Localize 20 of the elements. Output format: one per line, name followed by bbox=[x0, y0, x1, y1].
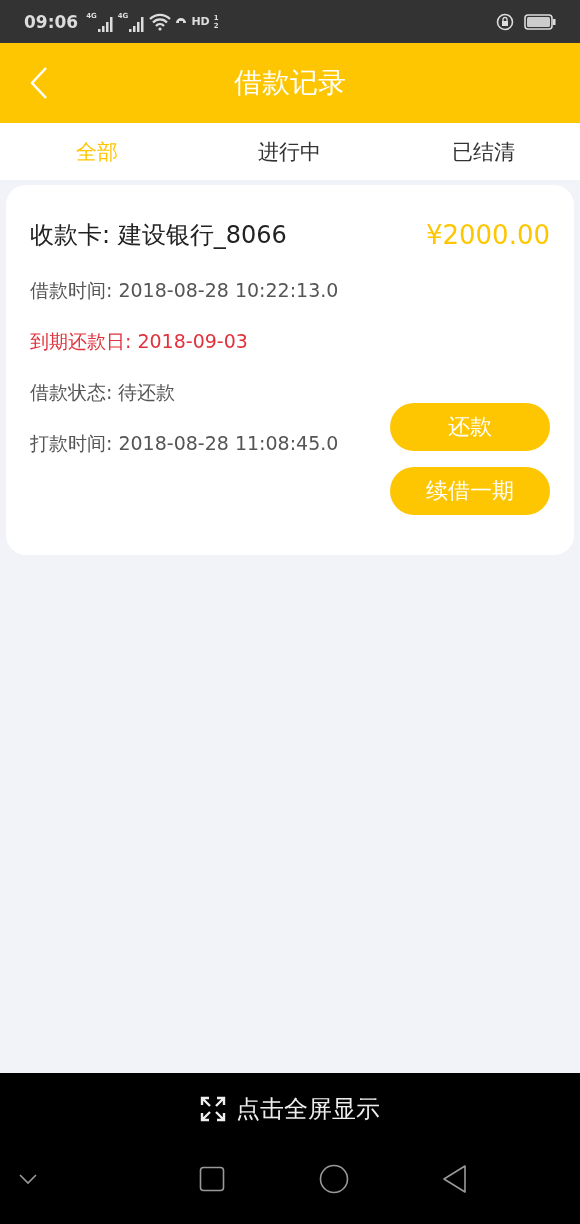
wifi-icon bbox=[149, 12, 172, 31]
circle-icon[interactable] bbox=[318, 1163, 349, 1194]
hd-label: HD bbox=[191, 15, 210, 28]
page-title: 借款记录 bbox=[234, 65, 346, 101]
battery-icon bbox=[524, 13, 556, 30]
signal-icon bbox=[129, 15, 146, 32]
clock-time: 09:06 bbox=[24, 11, 79, 32]
lock-rotation-icon bbox=[496, 12, 514, 31]
chevron-down-icon[interactable] bbox=[18, 1172, 38, 1185]
detail-text: 打款时间: 2018-08-28 11:08:45.0 bbox=[30, 431, 339, 456]
detail-text: 借款状态: 待还款 bbox=[30, 380, 177, 405]
fullscreen-link[interactable]: 点击全屏显示 bbox=[236, 1093, 380, 1125]
card-name: 收款卡: 建设银行_8066 bbox=[30, 220, 287, 251]
square-icon[interactable] bbox=[199, 1165, 226, 1192]
detail-text: 借款时间: 2018-08-28 10:22:13.0 bbox=[30, 278, 339, 303]
triangle-icon[interactable] bbox=[442, 1163, 468, 1194]
signal-icon bbox=[97, 15, 114, 32]
due-date: 到期还款日: 2018-09-03 bbox=[30, 329, 249, 354]
loan-amount: ¥2000.00 bbox=[425, 220, 550, 250]
expand-icon[interactable] bbox=[200, 1096, 226, 1122]
